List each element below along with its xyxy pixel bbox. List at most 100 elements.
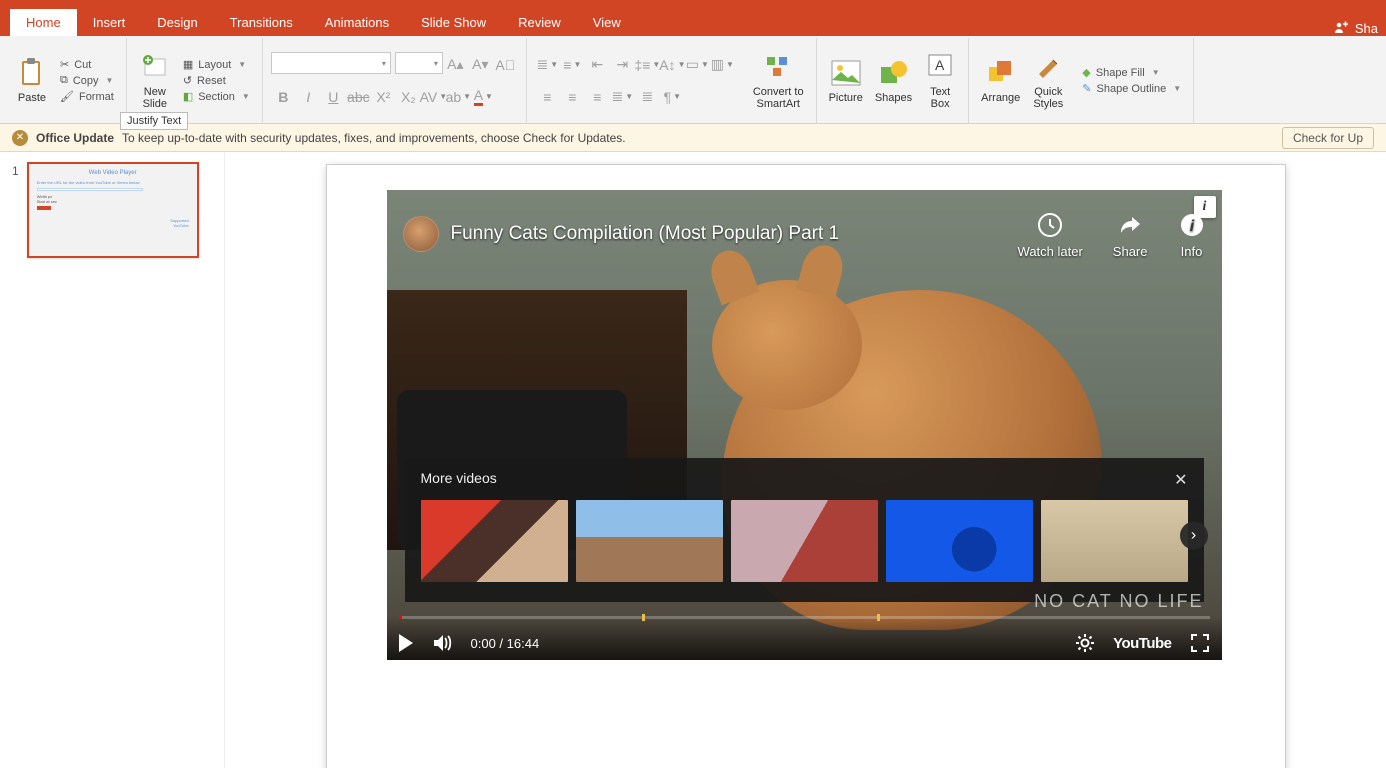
align-center-icon[interactable]: ≡ [560,84,585,109]
related-video-thumb[interactable] [421,500,568,582]
italic-icon[interactable]: I [296,84,321,109]
new-slide-button[interactable]: New Slide [135,49,175,112]
increase-indent-icon[interactable]: ⇥ [610,52,635,77]
align-left-icon[interactable]: ≡ [535,84,560,109]
related-video-thumb[interactable] [731,500,878,582]
reset-button[interactable]: ↺Reset [179,73,254,88]
align-text-icon[interactable]: ▭▼ [685,52,710,77]
tab-design[interactable]: Design [141,9,213,36]
progress-bar[interactable] [399,616,1210,619]
video-title[interactable]: Funny Cats Compilation (Most Popular) Pa… [451,223,840,245]
underline-icon[interactable]: U [321,84,346,109]
office-update-bar: Justify Text ✕ Office Update To keep up-… [0,124,1386,152]
office-update-message: To keep up-to-date with security updates… [122,131,626,145]
new-slide-icon [139,51,171,83]
decrease-font-icon[interactable]: A▾ [468,52,493,77]
line-spacing-icon[interactable]: ‡≡▼ [635,52,660,77]
video-time: 0:00 / 16:44 [471,636,540,651]
picture-icon [830,57,862,89]
tab-transitions[interactable]: Transitions [214,9,309,36]
format-painter-button[interactable]: 🖌Format [56,89,118,104]
clear-formatting-icon[interactable]: A⃥ [493,52,518,77]
more-videos-label: More videos [421,470,497,490]
indent-icon[interactable]: ¶▼ [660,84,685,109]
font-family-combo[interactable]: ▾ [271,52,391,74]
youtube-logo[interactable]: YouTube [1113,635,1171,652]
channel-avatar[interactable] [403,216,439,252]
slide-canvas[interactable]: i Funny Cats Compilation (Most Popular) … [225,152,1386,768]
layout-button[interactable]: ▦Layout▼ [179,57,254,72]
related-video-thumb[interactable] [1041,500,1188,582]
fill-icon: ◆ [1082,66,1090,79]
section-button[interactable]: ◧Section▼ [179,89,254,104]
volume-icon[interactable] [431,632,453,654]
layout-icon: ▦ [183,58,193,71]
font-color-icon[interactable]: A▼ [471,84,496,109]
thumb-title: Web Video Player [37,170,189,176]
text-direction-icon[interactable]: A↕▼ [660,52,685,77]
play-icon[interactable] [399,634,413,652]
shapes-button[interactable]: Shapes [871,55,916,106]
paintbrush-icon: 🖌 [60,90,74,103]
close-update-icon[interactable]: ✕ [12,130,28,146]
svg-text:A: A [935,57,945,73]
quick-styles-button[interactable]: Quick Styles [1028,49,1068,112]
textbox-button[interactable]: A Text Box [920,49,960,112]
close-more-videos-icon[interactable]: ✕ [1174,470,1187,490]
tab-slideshow[interactable]: Slide Show [405,9,502,36]
convert-smartart-button[interactable]: Convert to SmartArt [749,49,808,112]
align-right-icon[interactable]: ≡ [585,84,610,109]
video-controls: 0:00 / 16:44 YouTube [387,616,1222,660]
share-arrow-icon [1116,211,1144,239]
paste-button[interactable]: Paste [12,55,52,106]
font-size-combo[interactable]: ▾ [395,52,443,74]
picture-button[interactable]: Picture [825,55,867,106]
info-button[interactable]: i Info [1178,211,1206,259]
share-label[interactable]: Sha [1355,21,1378,36]
justify-icon[interactable]: ≣▼ [610,84,635,109]
slide[interactable]: i Funny Cats Compilation (Most Popular) … [326,164,1286,768]
shape-outline-button[interactable]: ✎Shape Outline▼ [1078,81,1185,96]
ribbon: Paste ✂Cut ⧉Copy▼ 🖌Format New Slide ▦Lay… [0,36,1386,124]
check-for-updates-button[interactable]: Check for Up [1282,127,1374,149]
share-button[interactable]: Share [1113,211,1148,259]
fullscreen-icon[interactable] [1190,633,1210,653]
numbering-icon[interactable]: ≡▼ [560,52,585,77]
slide-number: 1 [12,162,19,258]
tab-view[interactable]: View [577,9,637,36]
clipboard-icon [16,57,48,89]
next-related-icon[interactable]: › [1180,522,1208,550]
increase-font-icon[interactable]: A▴ [443,52,468,77]
distributed-icon[interactable]: ≣ [635,84,660,109]
shape-fill-button[interactable]: ◆Shape Fill▼ [1078,65,1185,80]
columns-icon[interactable]: ▥▼ [710,52,735,77]
tab-animations[interactable]: Animations [309,9,405,36]
arrange-icon [985,57,1017,89]
highlight-icon[interactable]: ab▼ [446,84,471,109]
character-spacing-icon[interactable]: AV▼ [421,84,446,109]
strikethrough-icon[interactable]: abc [346,84,371,109]
slide-thumbnail-1[interactable]: Web Video Player Enter the URL for the v… [27,162,199,258]
decrease-indent-icon[interactable]: ⇤ [585,52,610,77]
superscript-icon[interactable]: X² [371,84,396,109]
more-videos-panel: More videos ✕ › [405,458,1204,602]
quick-styles-icon [1032,51,1064,83]
watch-later-button[interactable]: Watch later [1018,211,1083,259]
settings-icon[interactable] [1075,633,1095,653]
tab-insert[interactable]: Insert [77,9,142,36]
svg-text:i: i [1189,218,1194,235]
subscript-icon[interactable]: X₂ [396,84,421,109]
tab-review[interactable]: Review [502,9,577,36]
bold-icon[interactable]: B [271,84,296,109]
related-video-thumb[interactable] [886,500,1033,582]
cut-button[interactable]: ✂Cut [56,57,118,72]
embedded-video[interactable]: i Funny Cats Compilation (Most Popular) … [387,190,1222,660]
share-icon[interactable] [1333,20,1349,36]
bullets-icon[interactable]: ≣▼ [535,52,560,77]
copy-button[interactable]: ⧉Copy▼ [56,73,118,88]
related-video-thumb[interactable] [576,500,723,582]
office-update-title: Office Update [36,131,114,145]
tab-home[interactable]: Home [10,9,77,36]
arrange-button[interactable]: Arrange [977,55,1024,106]
shapes-icon [878,57,910,89]
